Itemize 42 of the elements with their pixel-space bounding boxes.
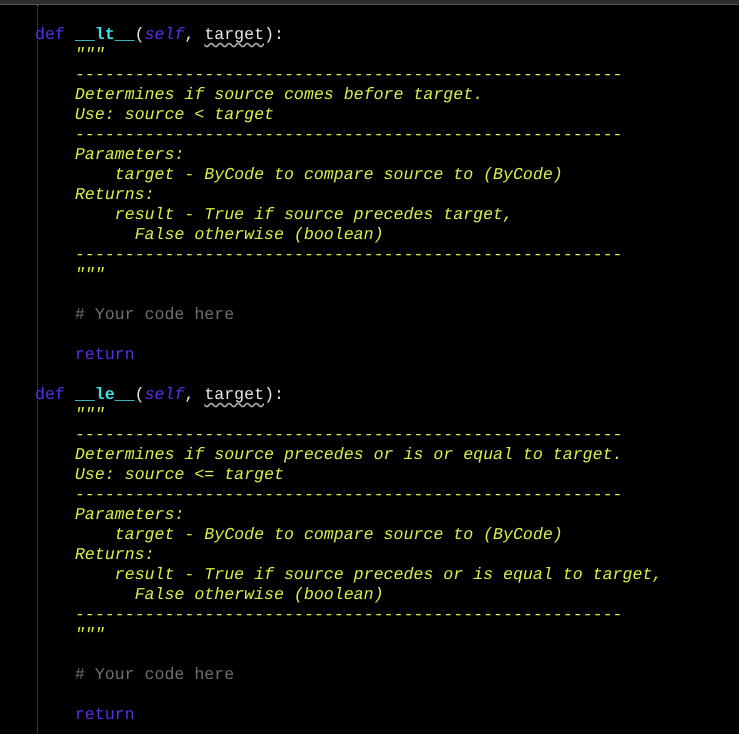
docstring-text: -------------------------------------------------------	[74, 125, 623, 144]
docstring-text: -------------------------------------------------------	[74, 425, 623, 444]
parameter-name: self	[144, 25, 184, 44]
parameter-name: self	[144, 385, 184, 404]
code-comment: # Your code here	[74, 305, 234, 324]
code-text: target	[204, 385, 264, 404]
docstring-text: Returns:	[74, 185, 154, 204]
docstring-text: -------------------------------------------------------	[74, 65, 623, 84]
code-text: ):	[264, 25, 284, 44]
code-text: ,	[184, 385, 196, 404]
docstring-text: Parameters:	[74, 145, 184, 164]
docstring-text: result - True if source precedes or is equal to target,	[114, 565, 662, 584]
docstring-text: target - ByCode to compare source to (ByCode)	[114, 525, 563, 544]
code-comment: # Your code here	[74, 665, 234, 684]
docstring-text: False otherwise (boolean)	[134, 585, 384, 604]
function-name: __lt__	[74, 25, 135, 44]
docstring-text: Parameters:	[74, 505, 184, 524]
docstring-text: target - ByCode to compare source to (ByCode)	[114, 165, 563, 184]
code-text: (	[134, 385, 145, 404]
docstring-text: False otherwise (boolean)	[134, 225, 384, 244]
docstring-text: """	[74, 265, 105, 284]
docstring-text: -------------------------------------------------------	[74, 485, 623, 504]
docstring-text: Use: source <= target	[74, 465, 284, 484]
code-text: ):	[264, 385, 284, 404]
docstring-text: Determines if source precedes or is or equal to target.	[74, 445, 623, 464]
keyword: return	[74, 345, 135, 364]
docstring-text: Determines if source comes before target.	[74, 85, 484, 104]
docstring-text: Returns:	[74, 545, 154, 564]
docstring-text: Use: source < target	[74, 105, 274, 124]
docstring-text: result - True if source precedes target,	[114, 205, 513, 224]
docstring-text: """	[74, 625, 105, 644]
docstring-text: -------------------------------------------------------	[74, 605, 623, 624]
code-text: ,	[184, 25, 196, 44]
code-text: target	[204, 25, 264, 44]
docstring-text: """	[74, 405, 105, 424]
function-name: __le__	[74, 385, 135, 404]
docstring-text: -------------------------------------------------------	[74, 245, 623, 264]
keyword: return	[74, 705, 135, 724]
docstring-text: """	[74, 45, 105, 64]
code-text: (	[134, 25, 145, 44]
keyword: def	[35, 25, 65, 44]
keyword: def	[35, 385, 65, 404]
